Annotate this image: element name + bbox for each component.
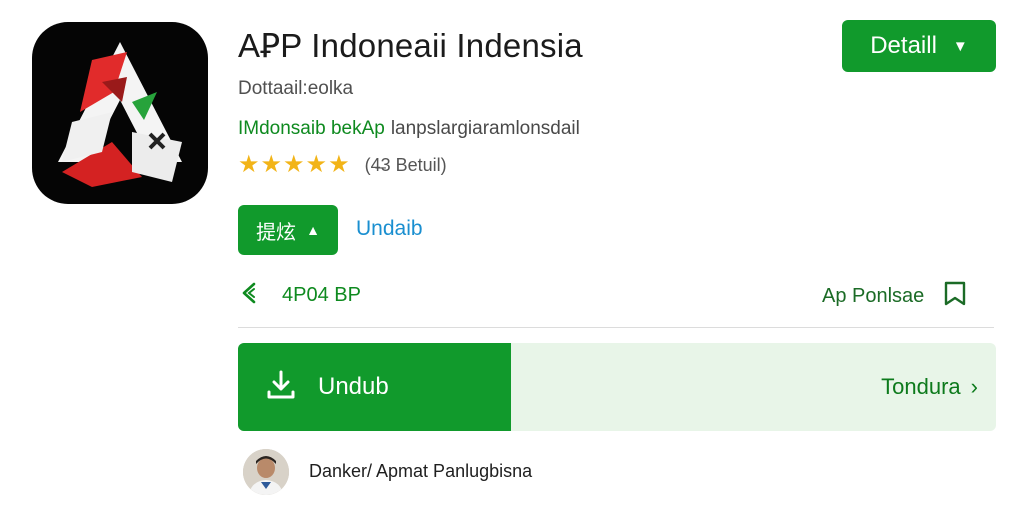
rating: ★ ★ ★ ★ ★ (4̶3 Betuil) bbox=[238, 153, 447, 177]
share-button[interactable]: 4P04 BP bbox=[238, 280, 361, 311]
star-icon: ★ bbox=[260, 151, 283, 178]
share-label: 4P04 BP bbox=[282, 284, 361, 306]
star-icon: ★ bbox=[328, 151, 350, 178]
undab-link[interactable]: Undaib bbox=[356, 217, 423, 241]
detail-button-label: Detaill bbox=[870, 32, 937, 59]
download-more[interactable]: Tondura › bbox=[881, 343, 978, 431]
bookmark-icon bbox=[942, 280, 968, 313]
tagline-description: lanpslargiaramlonsdail bbox=[390, 118, 580, 139]
download-bar[interactable]: Undub Tondura › bbox=[238, 343, 996, 431]
chevron-down-icon: ▼ bbox=[952, 37, 968, 55]
app-logo-icon bbox=[32, 22, 208, 204]
download-label: Undub bbox=[318, 373, 389, 400]
install-button[interactable]: 提炫 ▲ bbox=[238, 205, 338, 255]
download-action: Undub bbox=[264, 343, 389, 431]
app-title: AꝐP Indoneaii Indensia bbox=[238, 27, 583, 64]
rating-count: (4̶3 Betuil) bbox=[364, 154, 447, 175]
star-icon: ★ bbox=[238, 151, 260, 178]
avatar[interactable] bbox=[243, 449, 289, 495]
chevron-right-icon: › bbox=[970, 374, 978, 399]
share-icon bbox=[238, 280, 264, 311]
app-tagline: IMdonsaib bekAp lanpslargiaramlonsdail bbox=[238, 118, 580, 140]
download-right-label: Tondura bbox=[881, 374, 961, 399]
divider bbox=[238, 327, 994, 328]
tagline-category[interactable]: IMdonsaib bekAp bbox=[238, 118, 385, 139]
star-icon: ★ bbox=[283, 151, 305, 178]
download-icon bbox=[264, 368, 298, 407]
arrow-up-icon: ▲ bbox=[306, 222, 320, 238]
star-icon: ★ bbox=[305, 151, 328, 178]
developer-name[interactable]: Dottaail:eolka bbox=[238, 78, 353, 100]
reviewer-name: Danker/ Apmat Panlugbisna bbox=[309, 461, 533, 481]
save-label: Ap Ponlsae bbox=[822, 285, 925, 307]
save-button[interactable]: Ap Ponlsae bbox=[822, 280, 968, 313]
detail-button[interactable]: Detaill ▼ bbox=[842, 20, 996, 72]
install-button-label: 提炫 bbox=[256, 221, 297, 244]
